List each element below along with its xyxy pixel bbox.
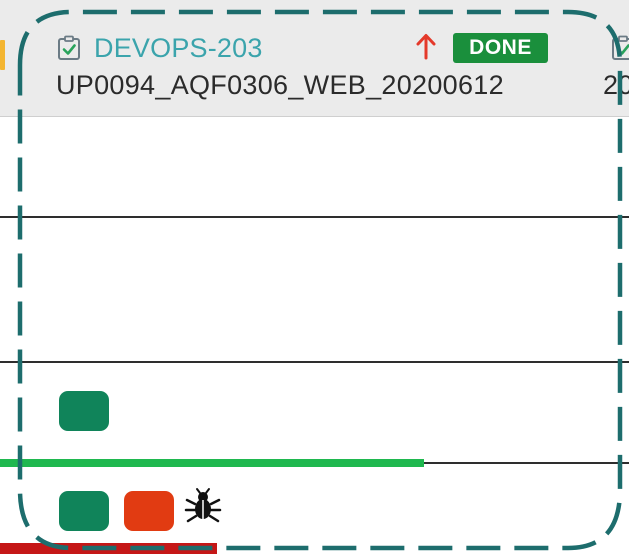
progress-bar (0, 459, 424, 467)
issue-key-line[interactable]: DEVOPS-203 (56, 30, 263, 66)
swimlane-header: DEVOPS-203 DONE UP0094_AQF0306_WEB_20200… (0, 0, 629, 117)
arrow-up-icon (416, 34, 436, 60)
task-checkbox-icon (612, 35, 629, 60)
next-card-summary: 20 (603, 70, 629, 100)
bug-icon (184, 488, 222, 523)
status-badge: DONE (453, 33, 548, 63)
issue-key-link[interactable]: DEVOPS-203 (94, 33, 263, 64)
prev-card-accent (0, 40, 5, 70)
green-chip[interactable] (59, 391, 109, 431)
task-checkbox-icon (58, 35, 80, 60)
orange-chip[interactable] (124, 491, 174, 531)
issue-summary: UP0094_AQF0306_WEB_20200612 (56, 70, 504, 100)
green-chip[interactable] (59, 491, 109, 531)
row-divider (0, 361, 629, 363)
row-divider (0, 216, 629, 218)
red-bar (0, 543, 217, 554)
